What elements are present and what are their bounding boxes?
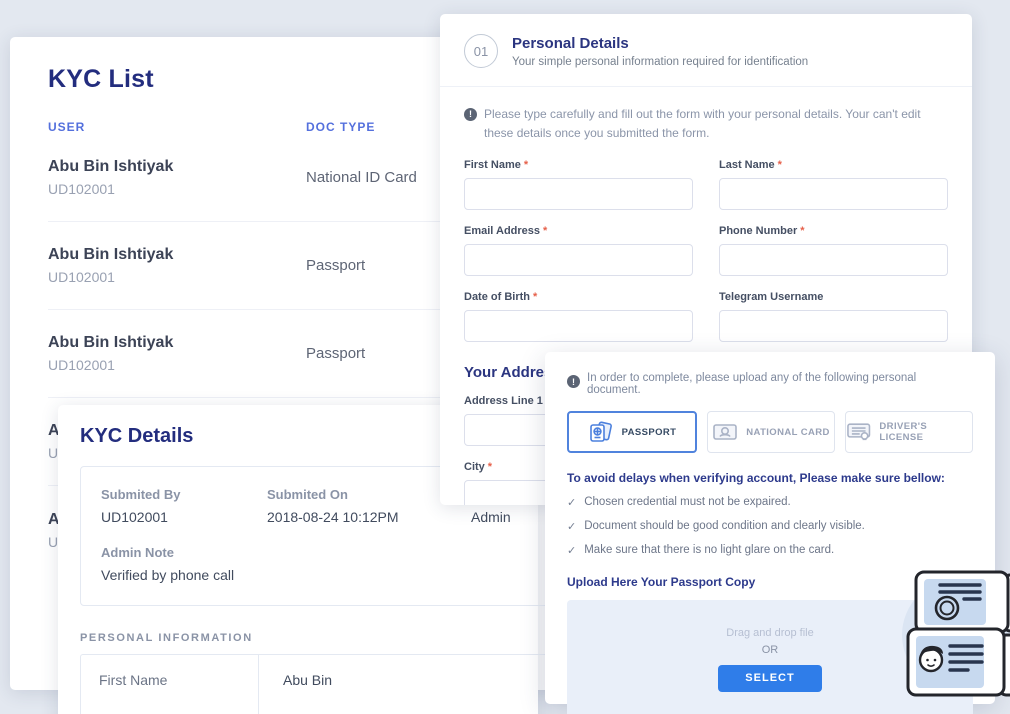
check-icon: ✓ (567, 544, 576, 557)
telegram-username-input[interactable] (719, 310, 948, 342)
column-header-doc-type: DOC TYPE (306, 120, 375, 134)
doc-type: Passport (306, 345, 365, 362)
id-cards-graphic (900, 555, 1010, 714)
checklist-title: To avoid delays when verifying account, … (567, 471, 973, 485)
user-id: UD102001 (48, 357, 306, 373)
checklist-item: Document should be good condition and cl… (584, 520, 865, 533)
check-icon: ✓ (567, 496, 576, 509)
date-of-birth-input[interactable] (464, 310, 693, 342)
select-file-button[interactable]: SELECT (718, 665, 822, 692)
email-address-input[interactable] (464, 244, 693, 276)
id-cards-illustration (900, 555, 1010, 714)
telegram-username-label: Telegram Username (719, 291, 823, 303)
upload-note-text: In order to complete, please upload any … (587, 372, 973, 396)
email-address-label: Email Address (464, 225, 540, 237)
required-asterisk: * (533, 291, 537, 303)
city-label: City (464, 461, 485, 473)
national-card-icon (712, 422, 738, 442)
user-id: UD102001 (48, 181, 306, 197)
submitted-by-label: Submited By (101, 487, 267, 502)
user-name: Abu Bin Ishtiyak (48, 246, 306, 264)
pi-first-name-label: First Name (81, 655, 259, 714)
info-icon: ! (567, 375, 580, 388)
drivers-license-icon (846, 422, 871, 442)
first-name-input[interactable] (464, 178, 693, 210)
required-asterisk: * (488, 461, 492, 473)
step-number-badge: 01 (464, 34, 498, 68)
doc-type: National ID Card (306, 169, 417, 186)
last-name-input[interactable] (719, 178, 948, 210)
submitted-by-value: UD102001 (101, 509, 267, 525)
form-note-text: Please type carefully and fill out the f… (484, 105, 948, 143)
personal-information-header: PERSONAL INFORMATION (80, 632, 516, 644)
checklist-item: Make sure that there is no light glare o… (584, 544, 834, 557)
doc-option-label: DRIVER'S LICENSE (879, 421, 972, 443)
doc-option-national-card[interactable]: NATIONAL CARD (707, 411, 835, 453)
personal-details-title: Personal Details (512, 35, 808, 52)
required-asterisk: * (543, 225, 547, 237)
doc-type: Passport (306, 257, 365, 274)
address-line-1-label: Address Line 1 (464, 395, 543, 407)
passport-icon (588, 421, 614, 443)
checklist-item: Chosen credential must not be expaired. (584, 496, 790, 509)
personal-details-subtitle: Your simple personal information require… (512, 56, 808, 68)
info-icon: ! (464, 108, 477, 121)
doc-option-drivers-license[interactable]: DRIVER'S LICENSE (845, 411, 973, 453)
doc-option-label: PASSPORT (622, 427, 677, 438)
dropzone-or: OR (762, 644, 779, 656)
first-name-label: First Name (464, 159, 521, 171)
kyc-admin-screen: KYC List USER DOC TYPE Abu Bin Ishtiyak … (0, 0, 1010, 714)
pi-first-name-value: Abu Bin (259, 655, 332, 714)
required-asterisk: * (800, 225, 804, 237)
user-name: Abu Bin Ishtiyak (48, 158, 306, 176)
dropzone-hint: Drag and drop file (726, 627, 813, 639)
column-header-user: USER (48, 120, 306, 134)
doc-option-label: NATIONAL CARD (746, 427, 829, 438)
doc-option-passport[interactable]: PASSPORT (567, 411, 697, 453)
required-asterisk: * (524, 159, 528, 171)
user-id: UD102001 (48, 269, 306, 285)
date-of-birth-label: Date of Birth (464, 291, 530, 303)
phone-number-label: Phone Number (719, 225, 797, 237)
check-icon: ✓ (567, 520, 576, 533)
required-asterisk: * (778, 159, 782, 171)
submitted-on-value: 2018-08-24 10:12PM (267, 509, 471, 525)
user-name: Abu Bin Ishtiyak (48, 334, 306, 352)
last-name-label: Last Name (719, 159, 775, 171)
phone-number-input[interactable] (719, 244, 948, 276)
